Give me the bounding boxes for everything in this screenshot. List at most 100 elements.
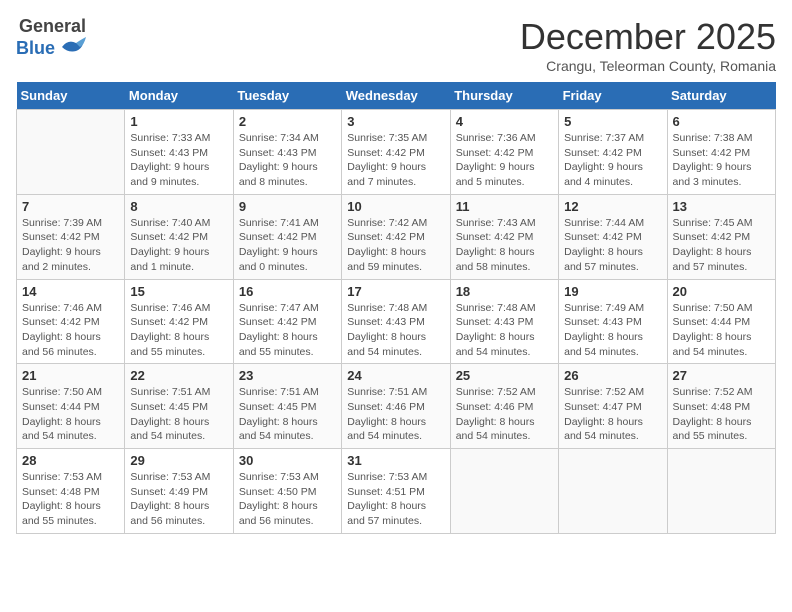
calendar-cell: 26Sunrise: 7:52 AM Sunset: 4:47 PM Dayli… <box>559 364 667 449</box>
cell-details: Sunrise: 7:36 AM Sunset: 4:42 PM Dayligh… <box>456 131 553 190</box>
week-row-1: 1 Sunrise: 7:33 AM Sunset: 4:43 PM Daylig… <box>17 110 776 195</box>
cell-details: Sunrise: 7:51 AM Sunset: 4:45 PM Dayligh… <box>239 385 336 444</box>
day-number: 27 <box>673 368 770 383</box>
day-number: 22 <box>130 368 227 383</box>
calendar-cell: 4 Sunrise: 7:36 AM Sunset: 4:42 PM Daylig… <box>450 110 558 195</box>
cell-details: Sunrise: 7:38 AM Sunset: 4:42 PM Dayligh… <box>673 131 770 190</box>
calendar-cell: 2 Sunrise: 7:34 AM Sunset: 4:43 PM Daylig… <box>233 110 341 195</box>
logo-bird-icon <box>58 37 86 59</box>
calendar-cell: 24 Sunrise: 7:51 AM Sunset: 4:46 PM Dayli… <box>342 364 450 449</box>
day-number: 30 <box>239 453 336 468</box>
day-number: 20 <box>673 284 770 299</box>
day-number: 9 <box>239 199 336 214</box>
header-sunday: Sunday <box>17 82 125 110</box>
calendar-cell: 30Sunrise: 7:53 AM Sunset: 4:50 PM Dayli… <box>233 449 341 534</box>
calendar-cell: 15 Sunrise: 7:46 AM Sunset: 4:42 PM Dayli… <box>125 279 233 364</box>
cell-details: Sunrise: 7:46 AM Sunset: 4:42 PM Dayligh… <box>130 301 227 360</box>
header-monday: Monday <box>125 82 233 110</box>
week-row-5: 28Sunrise: 7:53 AM Sunset: 4:48 PM Dayli… <box>17 449 776 534</box>
week-row-3: 14 Sunrise: 7:46 AM Sunset: 4:42 PM Dayli… <box>17 279 776 364</box>
day-number: 18 <box>456 284 553 299</box>
cell-details: Sunrise: 7:51 AM Sunset: 4:46 PM Dayligh… <box>347 385 444 444</box>
calendar-cell: 11Sunrise: 7:43 AM Sunset: 4:42 PM Dayli… <box>450 194 558 279</box>
calendar-cell: 8 Sunrise: 7:40 AM Sunset: 4:42 PM Daylig… <box>125 194 233 279</box>
cell-details: Sunrise: 7:53 AM Sunset: 4:49 PM Dayligh… <box>130 470 227 529</box>
header-row: SundayMondayTuesdayWednesdayThursdayFrid… <box>17 82 776 110</box>
title-block: December 2025 Crangu, Teleorman County, … <box>520 16 776 74</box>
day-number: 4 <box>456 114 553 129</box>
calendar-table: SundayMondayTuesdayWednesdayThursdayFrid… <box>16 82 776 534</box>
cell-details: Sunrise: 7:48 AM Sunset: 4:43 PM Dayligh… <box>347 301 444 360</box>
calendar-cell: 27Sunrise: 7:52 AM Sunset: 4:48 PM Dayli… <box>667 364 775 449</box>
day-number: 8 <box>130 199 227 214</box>
header-tuesday: Tuesday <box>233 82 341 110</box>
week-row-4: 21 Sunrise: 7:50 AM Sunset: 4:44 PM Dayli… <box>17 364 776 449</box>
cell-details: Sunrise: 7:52 AM Sunset: 4:47 PM Dayligh… <box>564 385 661 444</box>
calendar-cell: 19 Sunrise: 7:49 AM Sunset: 4:43 PM Dayli… <box>559 279 667 364</box>
cell-details: Sunrise: 7:33 AM Sunset: 4:43 PM Dayligh… <box>130 131 227 190</box>
cell-details: Sunrise: 7:45 AM Sunset: 4:42 PM Dayligh… <box>673 216 770 275</box>
cell-details: Sunrise: 7:41 AM Sunset: 4:42 PM Dayligh… <box>239 216 336 275</box>
day-number: 21 <box>22 368 119 383</box>
day-number: 24 <box>347 368 444 383</box>
calendar-cell: 5Sunrise: 7:37 AM Sunset: 4:42 PM Daylig… <box>559 110 667 195</box>
cell-details: Sunrise: 7:37 AM Sunset: 4:42 PM Dayligh… <box>564 131 661 190</box>
day-number: 15 <box>130 284 227 299</box>
day-number: 12 <box>564 199 661 214</box>
cell-details: Sunrise: 7:50 AM Sunset: 4:44 PM Dayligh… <box>22 385 119 444</box>
header-friday: Friday <box>559 82 667 110</box>
calendar-cell: 9 Sunrise: 7:41 AM Sunset: 4:42 PM Daylig… <box>233 194 341 279</box>
cell-details: Sunrise: 7:40 AM Sunset: 4:42 PM Dayligh… <box>130 216 227 275</box>
day-number: 25 <box>456 368 553 383</box>
day-number: 31 <box>347 453 444 468</box>
day-number: 23 <box>239 368 336 383</box>
cell-details: Sunrise: 7:51 AM Sunset: 4:45 PM Dayligh… <box>130 385 227 444</box>
day-number: 16 <box>239 284 336 299</box>
week-row-2: 7 Sunrise: 7:39 AM Sunset: 4:42 PM Daylig… <box>17 194 776 279</box>
day-number: 1 <box>130 114 227 129</box>
calendar-cell: 29 Sunrise: 7:53 AM Sunset: 4:49 PM Dayli… <box>125 449 233 534</box>
day-number: 6 <box>673 114 770 129</box>
calendar-cell: 6 Sunrise: 7:38 AM Sunset: 4:42 PM Daylig… <box>667 110 775 195</box>
calendar-cell <box>450 449 558 534</box>
day-number: 28 <box>22 453 119 468</box>
month-title: December 2025 <box>520 16 776 58</box>
header-saturday: Saturday <box>667 82 775 110</box>
location-subtitle: Crangu, Teleorman County, Romania <box>520 58 776 74</box>
day-number: 2 <box>239 114 336 129</box>
cell-details: Sunrise: 7:48 AM Sunset: 4:43 PM Dayligh… <box>456 301 553 360</box>
calendar-cell: 31Sunrise: 7:53 AM Sunset: 4:51 PM Dayli… <box>342 449 450 534</box>
cell-details: Sunrise: 7:42 AM Sunset: 4:42 PM Dayligh… <box>347 216 444 275</box>
calendar-cell: 18 Sunrise: 7:48 AM Sunset: 4:43 PM Dayli… <box>450 279 558 364</box>
day-number: 29 <box>130 453 227 468</box>
cell-details: Sunrise: 7:47 AM Sunset: 4:42 PM Dayligh… <box>239 301 336 360</box>
day-number: 14 <box>22 284 119 299</box>
cell-details: Sunrise: 7:52 AM Sunset: 4:46 PM Dayligh… <box>456 385 553 444</box>
day-number: 10 <box>347 199 444 214</box>
calendar-cell: 10 Sunrise: 7:42 AM Sunset: 4:42 PM Dayli… <box>342 194 450 279</box>
day-number: 13 <box>673 199 770 214</box>
calendar-cell <box>667 449 775 534</box>
day-number: 19 <box>564 284 661 299</box>
calendar-cell: 3 Sunrise: 7:35 AM Sunset: 4:42 PM Daylig… <box>342 110 450 195</box>
calendar-cell: 1 Sunrise: 7:33 AM Sunset: 4:43 PM Daylig… <box>125 110 233 195</box>
calendar-cell <box>17 110 125 195</box>
calendar-cell: 13 Sunrise: 7:45 AM Sunset: 4:42 PM Dayli… <box>667 194 775 279</box>
cell-details: Sunrise: 7:50 AM Sunset: 4:44 PM Dayligh… <box>673 301 770 360</box>
calendar-cell <box>559 449 667 534</box>
cell-details: Sunrise: 7:39 AM Sunset: 4:42 PM Dayligh… <box>22 216 119 275</box>
cell-details: Sunrise: 7:35 AM Sunset: 4:42 PM Dayligh… <box>347 131 444 190</box>
calendar-cell: 7 Sunrise: 7:39 AM Sunset: 4:42 PM Daylig… <box>17 194 125 279</box>
calendar-cell: 12Sunrise: 7:44 AM Sunset: 4:42 PM Dayli… <box>559 194 667 279</box>
logo-general: General <box>19 16 86 37</box>
page-header: General Blue December 2025 Crangu, Teleo… <box>16 16 776 74</box>
cell-details: Sunrise: 7:49 AM Sunset: 4:43 PM Dayligh… <box>564 301 661 360</box>
calendar-cell: 21 Sunrise: 7:50 AM Sunset: 4:44 PM Dayli… <box>17 364 125 449</box>
cell-details: Sunrise: 7:34 AM Sunset: 4:43 PM Dayligh… <box>239 131 336 190</box>
day-number: 17 <box>347 284 444 299</box>
calendar-cell: 23 Sunrise: 7:51 AM Sunset: 4:45 PM Dayli… <box>233 364 341 449</box>
calendar-cell: 20 Sunrise: 7:50 AM Sunset: 4:44 PM Dayli… <box>667 279 775 364</box>
day-number: 7 <box>22 199 119 214</box>
header-thursday: Thursday <box>450 82 558 110</box>
day-number: 3 <box>347 114 444 129</box>
